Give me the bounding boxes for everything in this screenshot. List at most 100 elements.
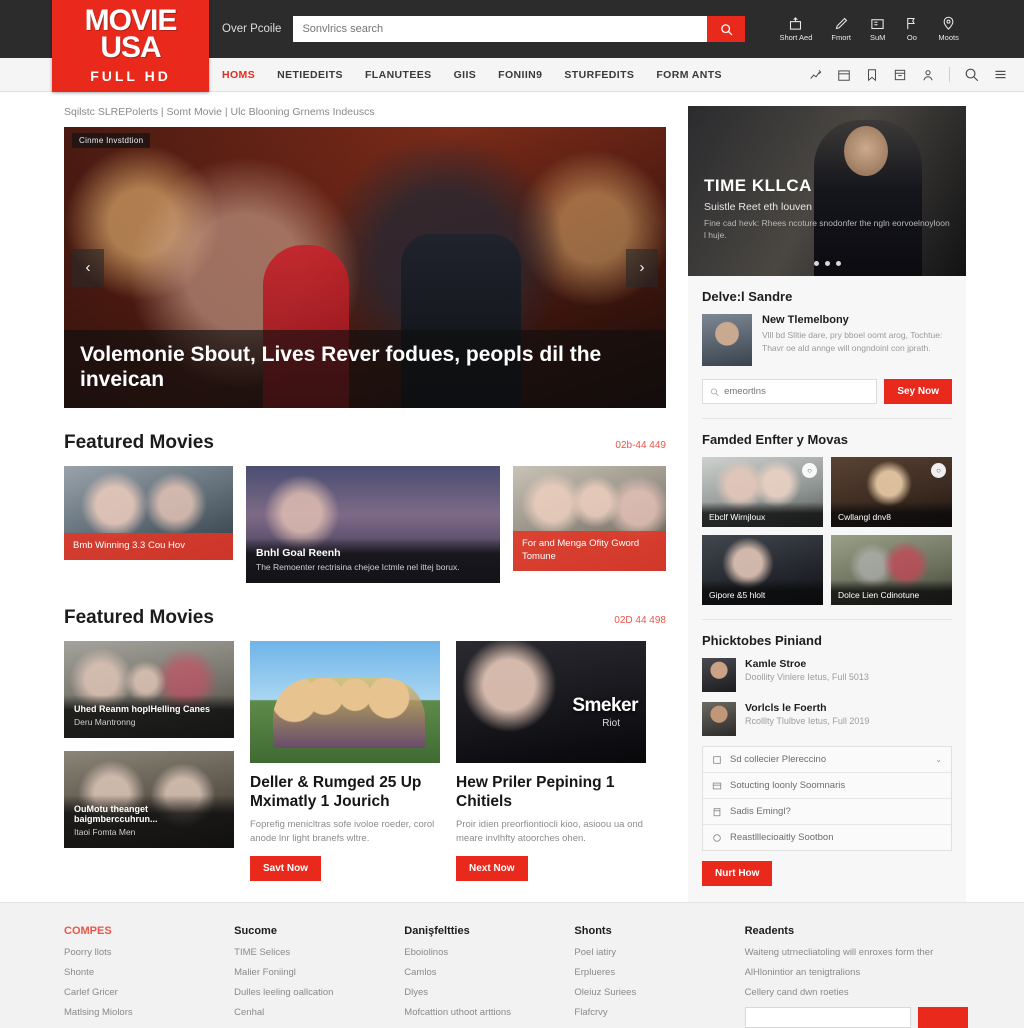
grid-movie-card[interactable]: ○ Cwllangl dnv8 <box>831 457 952 527</box>
card-icon <box>712 782 722 789</box>
flag-icon <box>907 17 916 30</box>
featured-row-2: Uhed Reanm hoplHelling Canes Deru Mantro… <box>64 641 666 881</box>
footer-link[interactable]: Dulles leeling oallcation <box>234 987 378 998</box>
footer-link[interactable]: Carlef Gricer <box>64 987 208 998</box>
footer-link[interactable]: Dlyes <box>404 987 548 998</box>
chevron-down-icon[interactable]: ⌄ <box>935 755 942 764</box>
footer-link[interactable]: Oleiuz Suriees <box>574 987 718 998</box>
footer-link[interactable]: Matlsing Miolors <box>64 1007 208 1018</box>
header-action-sum[interactable]: SuM <box>870 16 885 42</box>
circle-icon[interactable]: ○ <box>802 463 817 478</box>
header-action-moots[interactable]: Moots <box>938 16 959 42</box>
sidebar-cta-button[interactable]: Nurt How <box>702 861 773 886</box>
footer-link[interactable]: Poel iatiry <box>574 947 718 958</box>
footer-heading: COMPES <box>64 925 112 937</box>
header-action-label: SuM <box>869 33 886 42</box>
footer-link[interactable]: Flafcrvy <box>574 1007 718 1018</box>
footer-link[interactable]: Malier Foniingl <box>234 967 378 978</box>
hero-title[interactable]: Volemonie Sbout, Lives Rever fodues, peo… <box>80 343 650 392</box>
sidebar-movie-grid: ○ Ebclf Wirnjloux ○ Cwllangl dnv8 Gipore… <box>702 457 952 605</box>
footer-email-input[interactable] <box>744 1007 911 1028</box>
option-row-email[interactable]: Sadis Emingl? <box>703 799 951 825</box>
news-thumbnail <box>702 314 752 366</box>
calendar-icon[interactable] <box>837 68 851 82</box>
search-input[interactable] <box>293 16 708 42</box>
movie-card[interactable]: For and Menga Ofity Gword Tomune <box>513 466 666 571</box>
people-list-item[interactable]: Kamle Stroe Doollity Vinlere Ietus, Full… <box>702 658 952 692</box>
grid-movie-card[interactable]: Gipore &5 hlolt <box>702 535 823 605</box>
hero-prev-button[interactable]: ‹ <box>72 248 104 287</box>
search-submit-button[interactable] <box>707 16 746 42</box>
article-title[interactable]: Deller & Rumged 25 Up Mximatly 1 Jourich <box>250 774 440 811</box>
nav-item-sturfedits[interactable]: STURFEDITS <box>564 69 634 81</box>
sidebar-hero-carousel[interactable]: TIME KLLCA Suistle Reet eth louven Fine … <box>688 106 966 276</box>
hero-next-button[interactable]: › <box>626 248 658 287</box>
circle-icon[interactable]: ○ <box>931 463 946 478</box>
carousel-dot[interactable] <box>813 261 819 266</box>
sidebar-search-input[interactable] <box>724 386 870 397</box>
article-card[interactable]: Deller & Rumged 25 Up Mximatly 1 Jourich… <box>250 641 440 881</box>
header-action-oo[interactable]: Oo <box>904 16 919 42</box>
hamburger-menu-icon[interactable] <box>993 67 1008 82</box>
footer-link[interactable]: TIME Selices <box>234 947 378 958</box>
footer-link[interactable]: Camlos <box>404 967 548 978</box>
article-description: Foprefig menicltras sofe ivoloe roeder, … <box>250 819 435 844</box>
option-row-section[interactable]: Reastlllecioaitly Sootbon <box>703 825 951 850</box>
breadcrumb: Sqilstc SLREPolerts | Somt Movie | Ulc B… <box>64 106 375 118</box>
sidebar-search-field[interactable] <box>702 379 878 404</box>
footer-column-sucome: Sucome TIME Selices Malier Foniingl Dull… <box>234 925 378 1028</box>
carousel-dot[interactable] <box>824 261 830 266</box>
nav-item-foniin9[interactable]: FONIIN9 <box>498 69 542 81</box>
movie-card-caption: Bnhl Goal Reenh The Remoenter rectrisina… <box>246 537 500 583</box>
nav-item-netiedeits[interactable]: NETIEDEITS <box>277 69 343 81</box>
chart-icon[interactable] <box>809 68 823 82</box>
hero-carousel[interactable]: Cinme Invstdtion ‹ › Volemonie Sbout, Li… <box>64 127 666 408</box>
poster-title-text: Smeker <box>572 694 638 716</box>
header-action-short-aed[interactable]: Short Aed <box>779 16 812 42</box>
movie-card[interactable]: Bmb Winning 3.3 Cou Hov <box>64 466 233 560</box>
carousel-dot[interactable] <box>835 261 841 266</box>
article-title[interactable]: Hew Priler Pepining 1 Chitiels <box>456 774 646 811</box>
footer-text: Cellery cand dwn roeties <box>744 987 849 998</box>
header-action-fmort[interactable]: Fmort <box>831 16 851 42</box>
option-label: Sadis Emingl? <box>730 806 791 817</box>
footer-column-shonts: Shonts Poel iatiry Erplueres Oleiuz Suri… <box>574 925 718 1028</box>
bookmark-icon[interactable] <box>865 68 879 82</box>
footer-subscribe-button[interactable] <box>917 1007 968 1028</box>
footer-link[interactable]: Shonte <box>64 967 208 978</box>
movie-card-title: Bnhl Goal Reenh <box>256 546 341 559</box>
option-row-collection[interactable]: Sd collecier Plereccino ⌄ <box>703 747 951 773</box>
nav-item-form-ants[interactable]: FORM ANTS <box>656 69 722 81</box>
nav-item-homs[interactable]: HOMS <box>222 69 255 81</box>
movie-card[interactable]: Uhed Reanm hoplHelling Canes Deru Mantro… <box>64 641 234 738</box>
option-row-sommaris[interactable]: Sotucting loonly Soomnaris <box>703 773 951 799</box>
footer-link[interactable]: Eboiolinos <box>404 947 548 958</box>
sidebar-news-item[interactable]: New Tlemelbony Vlll bd Slltie dare, pry … <box>702 314 952 366</box>
grid-movie-card[interactable]: ○ Ebclf Wirnjloux <box>702 457 823 527</box>
movie-card[interactable]: OuMotu theanget baigmberccuhrun... Itaoi… <box>64 751 234 848</box>
footer-link[interactable]: Mofcattion uthoot arttions <box>404 1007 548 1018</box>
header-search[interactable] <box>293 16 746 42</box>
article-cta-button[interactable]: Next Now <box>456 855 528 881</box>
footer-link[interactable]: Erplueres <box>574 967 718 978</box>
article-cta-button[interactable]: Savt Now <box>250 855 322 881</box>
site-logo[interactable]: MOVIE USA FULL HD <box>52 0 209 92</box>
footer-link[interactable]: Cenhal <box>234 1007 378 1018</box>
search-icon[interactable] <box>964 67 979 82</box>
article-thumbnail <box>250 641 440 763</box>
footer-link[interactable]: Poorry llots <box>64 947 208 958</box>
grid-movie-card[interactable]: Dolce Lien Cdinotune <box>831 535 952 605</box>
movie-card[interactable]: Bnhl Goal Reenh The Remoenter rectrisina… <box>246 466 500 583</box>
grid-movie-caption: Cwllangl dnv8 <box>831 502 952 527</box>
footer-heading: Readents <box>744 925 795 937</box>
article-card[interactable]: Smeker Riot Hew Priler Pepining 1 Chitie… <box>456 641 646 881</box>
sidebar-subscribe-button[interactable]: Sey Now <box>884 379 952 404</box>
people-list-item[interactable]: Vorlcls le Foerth Rcolllty Tlulbve Ietus… <box>702 702 952 736</box>
section-link[interactable]: 02b-44 449 <box>615 440 666 451</box>
nav-item-flanutees[interactable]: FLANUTEES <box>365 69 432 81</box>
calendar-day-icon[interactable] <box>893 68 907 82</box>
article-description: Proir idien preorfiontiocli kioo, asioou… <box>456 819 643 844</box>
section-link[interactable]: 02D 44 498 <box>614 615 666 626</box>
user-icon[interactable] <box>921 68 935 82</box>
nav-item-giis[interactable]: GIIS <box>454 69 477 81</box>
